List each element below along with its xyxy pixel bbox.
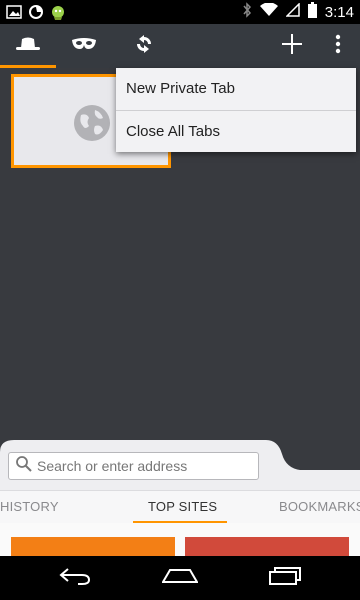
search-box[interactable] [8, 452, 259, 480]
tab-history[interactable]: HISTORY [0, 499, 59, 514]
status-bar: 3:14 [0, 0, 360, 24]
menu-item-new-private-tab[interactable]: New Private Tab [116, 68, 356, 110]
tab-bookmarks[interactable]: BOOKMARKS [279, 499, 360, 514]
wifi-icon [259, 1, 278, 22]
globe-icon [73, 104, 111, 147]
synced-tabs-button[interactable] [116, 24, 172, 68]
clock: 3:14 [324, 3, 354, 21]
android-icon [50, 3, 66, 26]
search-input[interactable] [37, 458, 247, 474]
top-site-tile[interactable] [185, 537, 349, 556]
private-tabs-icon [71, 37, 97, 56]
tab-top-sites[interactable]: TOP SITES [148, 499, 217, 514]
normal-tabs-icon [15, 36, 41, 57]
system-navigation-bar [0, 556, 360, 600]
bluetooth-icon [242, 1, 252, 23]
signal-icon [284, 1, 300, 22]
top-sites-grid [0, 523, 360, 556]
overflow-dropdown-menu: New Private Tab Close All Tabs [116, 68, 356, 152]
battery-icon [307, 1, 317, 23]
back-icon [58, 567, 92, 590]
synced-tabs-icon [135, 34, 153, 58]
back-button[interactable] [40, 556, 110, 600]
add-tab-button[interactable] [272, 24, 312, 68]
normal-tabs-button[interactable] [0, 24, 56, 68]
home-button[interactable] [145, 556, 215, 600]
add-tab-icon [281, 33, 303, 60]
notification-icons [6, 3, 66, 26]
menu-item-close-all-tabs[interactable]: Close All Tabs [116, 111, 356, 153]
image-icon [6, 5, 22, 24]
recents-button[interactable] [250, 556, 320, 600]
private-tabs-button[interactable] [56, 24, 112, 68]
overflow-menu-icon [335, 34, 341, 59]
firefox-icon [28, 4, 44, 25]
home-icon [161, 568, 199, 588]
panel-tab-strip: HISTORY TOP SITES BOOKMARKS [0, 490, 360, 524]
system-icons: 3:14 [242, 0, 354, 24]
recents-icon [269, 566, 301, 590]
overflow-menu-button[interactable] [320, 24, 356, 68]
top-site-tile[interactable] [11, 537, 175, 556]
tabs-toolbar [0, 24, 360, 68]
active-tab-indicator [0, 65, 56, 68]
search-icon [15, 455, 33, 478]
